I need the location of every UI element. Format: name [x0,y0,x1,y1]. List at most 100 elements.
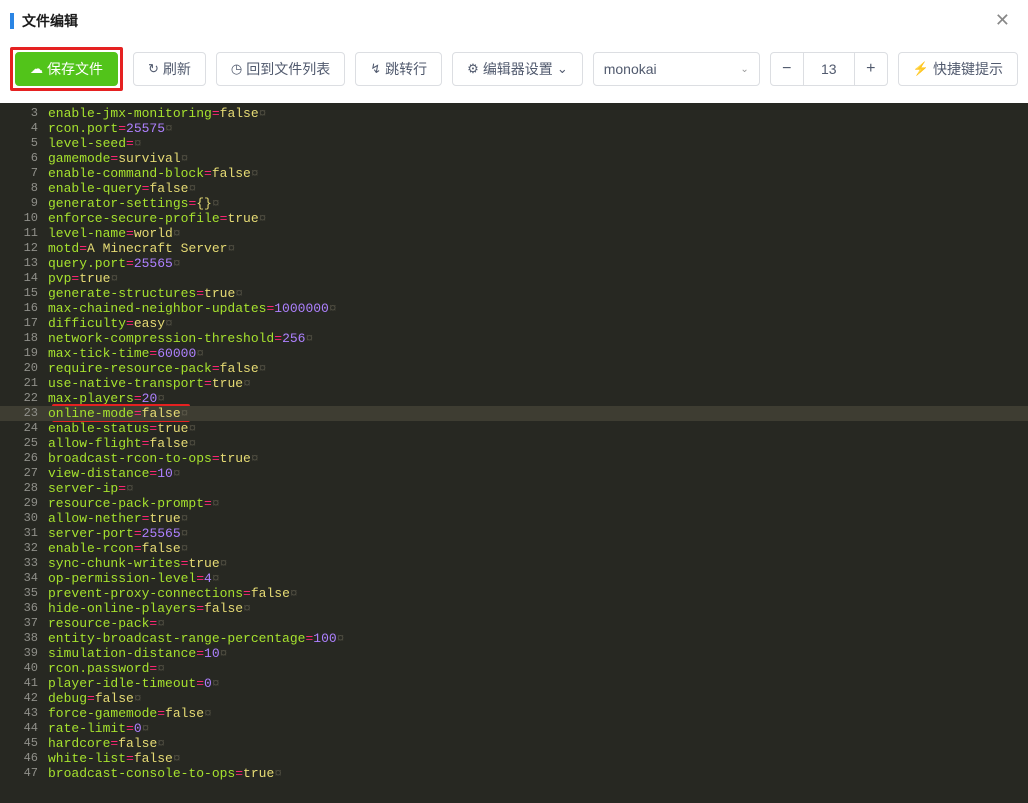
code-line[interactable]: 27view-distance=10¤ [0,466,1028,481]
code-line[interactable]: 15generate-structures=true¤ [0,286,1028,301]
code-line[interactable]: 37resource-pack=¤ [0,616,1028,631]
code-content[interactable]: level-seed=¤ [48,136,1028,151]
code-line[interactable]: 4rcon.port=25575¤ [0,121,1028,136]
code-line[interactable]: 24enable-status=true¤ [0,421,1028,436]
code-line[interactable]: 13query.port=25565¤ [0,256,1028,271]
code-line[interactable]: 39simulation-distance=10¤ [0,646,1028,661]
code-content[interactable]: pvp=true¤ [48,271,1028,286]
code-content[interactable]: enable-status=true¤ [48,421,1028,436]
code-content[interactable]: rate-limit=0¤ [48,721,1028,736]
code-line[interactable]: 6gamemode=survival¤ [0,151,1028,166]
code-content[interactable]: enable-rcon=false¤ [48,541,1028,556]
code-line[interactable]: 38entity-broadcast-range-percentage=100¤ [0,631,1028,646]
code-line[interactable]: 18network-compression-threshold=256¤ [0,331,1028,346]
code-content[interactable]: online-mode=false¤ [48,406,1028,421]
code-line[interactable]: 29resource-pack-prompt=¤ [0,496,1028,511]
code-line[interactable]: 32enable-rcon=false¤ [0,541,1028,556]
code-content[interactable]: resource-pack=¤ [48,616,1028,631]
code-content[interactable]: motd=A Minecraft Server¤ [48,241,1028,256]
code-line[interactable]: 7enable-command-block=false¤ [0,166,1028,181]
code-line[interactable]: 9generator-settings={}¤ [0,196,1028,211]
code-editor[interactable]: 3enable-jmx-monitoring=false¤4rcon.port=… [0,103,1028,803]
code-content[interactable]: debug=false¤ [48,691,1028,706]
code-line[interactable]: 31server-port=25565¤ [0,526,1028,541]
code-line[interactable]: 41player-idle-timeout=0¤ [0,676,1028,691]
code-content[interactable]: query.port=25565¤ [48,256,1028,271]
code-content[interactable]: max-tick-time=60000¤ [48,346,1028,361]
code-line[interactable]: 5level-seed=¤ [0,136,1028,151]
code-line[interactable]: 35prevent-proxy-connections=false¤ [0,586,1028,601]
back-button[interactable]: ◷ 回到文件列表 [216,52,345,86]
fontsize-decrease-button[interactable]: − [770,52,804,86]
code-content[interactable]: simulation-distance=10¤ [48,646,1028,661]
code-content[interactable]: server-ip=¤ [48,481,1028,496]
code-content[interactable]: level-name=world¤ [48,226,1028,241]
theme-select[interactable]: monokai ⌄ [593,52,760,86]
code-line[interactable]: 22max-players=20¤ [0,391,1028,406]
code-line[interactable]: 34op-permission-level=4¤ [0,571,1028,586]
code-content[interactable]: server-port=25565¤ [48,526,1028,541]
code-content[interactable]: gamemode=survival¤ [48,151,1028,166]
code-line[interactable]: 14pvp=true¤ [0,271,1028,286]
code-line[interactable]: 25allow-flight=false¤ [0,436,1028,451]
code-content[interactable]: hide-online-players=false¤ [48,601,1028,616]
editor-settings-button[interactable]: ⚙ 编辑器设置 ⌄ [452,52,583,86]
code-line[interactable]: 10enforce-secure-profile=true¤ [0,211,1028,226]
code-content[interactable]: force-gamemode=false¤ [48,706,1028,721]
shortcut-hint-button[interactable]: ⚡ 快捷键提示 [898,52,1018,86]
code-content[interactable]: rcon.password=¤ [48,661,1028,676]
code-line[interactable]: 30allow-nether=true¤ [0,511,1028,526]
code-line[interactable]: 8enable-query=false¤ [0,181,1028,196]
refresh-button[interactable]: ↻ 刷新 [133,52,206,86]
code-content[interactable]: hardcore=false¤ [48,736,1028,751]
code-line[interactable]: 23online-mode=false¤ [0,406,1028,421]
code-content[interactable]: player-idle-timeout=0¤ [48,676,1028,691]
fontsize-increase-button[interactable]: + [854,52,888,86]
code-content[interactable]: resource-pack-prompt=¤ [48,496,1028,511]
code-content[interactable]: white-list=false¤ [48,751,1028,766]
code-content[interactable]: broadcast-console-to-ops=true¤ [48,766,1028,781]
code-line[interactable]: 42debug=false¤ [0,691,1028,706]
code-line[interactable]: 36hide-online-players=false¤ [0,601,1028,616]
code-content[interactable]: network-compression-threshold=256¤ [48,331,1028,346]
code-content[interactable]: enable-command-block=false¤ [48,166,1028,181]
code-line[interactable]: 33sync-chunk-writes=true¤ [0,556,1028,571]
code-line[interactable]: 21use-native-transport=true¤ [0,376,1028,391]
code-line[interactable]: 19max-tick-time=60000¤ [0,346,1028,361]
code-content[interactable]: use-native-transport=true¤ [48,376,1028,391]
code-content[interactable]: view-distance=10¤ [48,466,1028,481]
code-content[interactable]: entity-broadcast-range-percentage=100¤ [48,631,1028,646]
code-content[interactable]: sync-chunk-writes=true¤ [48,556,1028,571]
code-line[interactable]: 28server-ip=¤ [0,481,1028,496]
code-line[interactable]: 43force-gamemode=false¤ [0,706,1028,721]
code-line[interactable]: 20require-resource-pack=false¤ [0,361,1028,376]
code-line[interactable]: 45hardcore=false¤ [0,736,1028,751]
code-content[interactable]: require-resource-pack=false¤ [48,361,1028,376]
close-icon[interactable]: ✕ [991,10,1014,31]
code-content[interactable]: prevent-proxy-connections=false¤ [48,586,1028,601]
goto-line-button[interactable]: ↯ 跳转行 [355,52,442,86]
code-content[interactable]: allow-nether=true¤ [48,511,1028,526]
code-content[interactable]: difficulty=easy¤ [48,316,1028,331]
code-line[interactable]: 40rcon.password=¤ [0,661,1028,676]
fontsize-value[interactable]: 13 [804,52,854,86]
code-line[interactable]: 44rate-limit=0¤ [0,721,1028,736]
code-line[interactable]: 16max-chained-neighbor-updates=1000000¤ [0,301,1028,316]
code-content[interactable]: allow-flight=false¤ [48,436,1028,451]
code-line[interactable]: 46white-list=false¤ [0,751,1028,766]
save-button[interactable]: ☁ 保存文件 [15,52,118,86]
code-line[interactable]: 12motd=A Minecraft Server¤ [0,241,1028,256]
code-content[interactable]: enable-jmx-monitoring=false¤ [48,106,1028,121]
code-content[interactable]: rcon.port=25575¤ [48,121,1028,136]
code-content[interactable]: op-permission-level=4¤ [48,571,1028,586]
code-content[interactable]: broadcast-rcon-to-ops=true¤ [48,451,1028,466]
code-content[interactable]: enable-query=false¤ [48,181,1028,196]
code-content[interactable]: enforce-secure-profile=true¤ [48,211,1028,226]
code-content[interactable]: generate-structures=true¤ [48,286,1028,301]
code-line[interactable]: 26broadcast-rcon-to-ops=true¤ [0,451,1028,466]
code-line[interactable]: 3enable-jmx-monitoring=false¤ [0,106,1028,121]
code-content[interactable]: generator-settings={}¤ [48,196,1028,211]
code-line[interactable]: 11level-name=world¤ [0,226,1028,241]
code-line[interactable]: 47broadcast-console-to-ops=true¤ [0,766,1028,781]
code-content[interactable]: max-players=20¤ [48,391,1028,406]
